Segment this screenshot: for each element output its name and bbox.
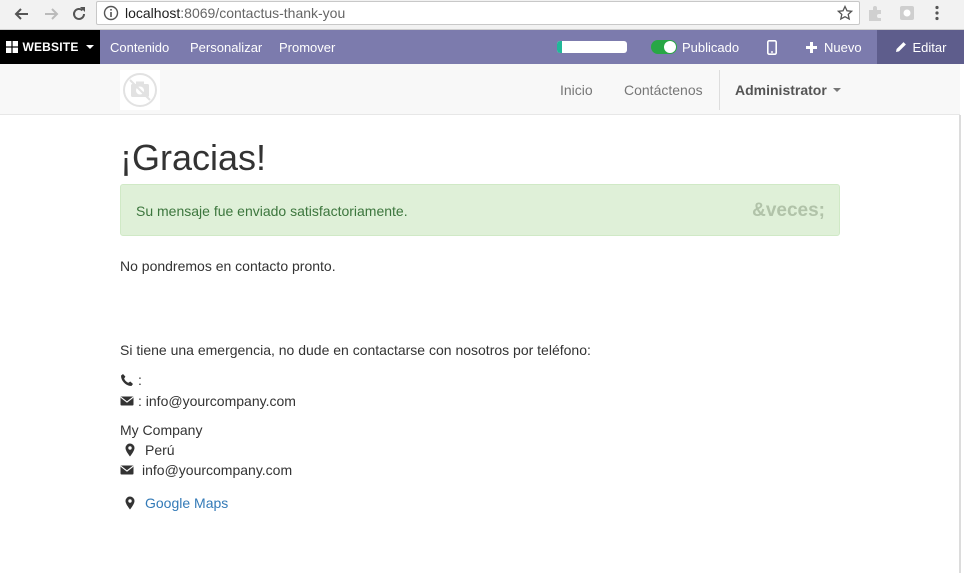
extension-puzzle-icon[interactable] (866, 4, 884, 22)
map-marker-icon (125, 496, 135, 510)
company-logo[interactable] (120, 70, 160, 110)
url-host: localhost (125, 5, 181, 21)
website-menu-button[interactable]: WEBSITE (0, 30, 100, 64)
mobile-phone-icon (767, 39, 777, 55)
forward-button[interactable] (41, 4, 61, 24)
mobile-preview-button[interactable] (767, 30, 777, 64)
bookmark-star-icon[interactable] (837, 5, 853, 21)
extension-grid-icon[interactable] (898, 4, 916, 22)
seo-progress-fill (557, 41, 562, 53)
company-email-line: info@yourcompany.com (120, 462, 292, 478)
website-editor-bar: WEBSITE Contenido Personalizar Promover … (0, 30, 964, 64)
seo-progress-bar (557, 41, 627, 53)
menu-promote[interactable]: Promover (279, 30, 335, 64)
back-button[interactable] (12, 4, 32, 24)
toggle-knob (664, 41, 676, 53)
published-label[interactable]: Publicado (682, 30, 739, 64)
forward-arrow-icon (45, 8, 59, 20)
phone-value: : (138, 372, 142, 388)
address-bar[interactable]: localhost:8069/contactus-thank-you (96, 1, 860, 25)
map-marker-icon (125, 443, 135, 457)
menu-customize[interactable]: Personalizar (190, 30, 262, 64)
maps-line: Google Maps (120, 495, 228, 511)
envelope-icon (120, 465, 134, 475)
no-image-camera-icon (123, 73, 157, 107)
user-name: Administrator (735, 81, 827, 98)
edit-label: Editar (912, 39, 947, 55)
page-scrollbar-edge (959, 115, 961, 573)
emergency-text: Si tiene una emergencia, no dude en cont… (120, 342, 591, 358)
alert-message: Su mensaje fue enviado satisfactoriament… (136, 203, 408, 219)
page-title: ¡Gracias! (120, 137, 267, 178)
phone-icon (121, 374, 133, 386)
website-menu-label: WEBSITE (22, 40, 79, 54)
published-toggle[interactable] (651, 40, 677, 54)
nav-contact[interactable]: Contáctenos (624, 64, 703, 115)
contact-soon-text: No pondremos en contacto pronto. (120, 258, 336, 274)
google-maps-link[interactable]: Google Maps (145, 495, 228, 511)
address-country: Perú (145, 442, 175, 458)
reload-icon (73, 7, 85, 20)
user-menu[interactable]: Administrator (735, 64, 841, 115)
address-line: Perú (120, 442, 175, 458)
edit-button[interactable]: Editar (877, 30, 964, 64)
caret-down-icon (832, 87, 841, 92)
email-line: : info@yourcompany.com (120, 393, 296, 409)
reload-button[interactable] (69, 4, 89, 24)
site-header: Inicio Contáctenos Administrator (0, 64, 960, 115)
browser-menu-icon[interactable] (928, 4, 946, 22)
envelope-icon (120, 396, 134, 406)
info-icon[interactable] (103, 5, 119, 21)
browser-toolbar: localhost:8069/contactus-thank-you (0, 0, 964, 30)
nav-divider (719, 70, 720, 110)
phone-line: : (120, 372, 142, 388)
menu-content[interactable]: Contenido (110, 30, 169, 64)
back-arrow-icon (14, 8, 28, 20)
alert-close-button[interactable]: &veces; (752, 200, 825, 222)
new-button[interactable]: Nuevo (806, 30, 862, 64)
url-text: localhost:8069/contactus-thank-you (125, 5, 345, 21)
pencil-icon (895, 42, 906, 52)
email-value: : info@yourcompany.com (138, 393, 296, 409)
company-name: My Company (120, 422, 203, 438)
new-label: Nuevo (824, 39, 862, 55)
company-email: info@yourcompany.com (142, 462, 293, 478)
url-path: :8069/contactus-thank-you (180, 5, 346, 21)
apps-grid-icon (6, 41, 19, 53)
caret-down-icon (85, 45, 94, 49)
plus-icon (806, 41, 817, 53)
nav-home[interactable]: Inicio (560, 64, 593, 115)
success-alert: Su mensaje fue enviado satisfactoriament… (120, 184, 840, 236)
